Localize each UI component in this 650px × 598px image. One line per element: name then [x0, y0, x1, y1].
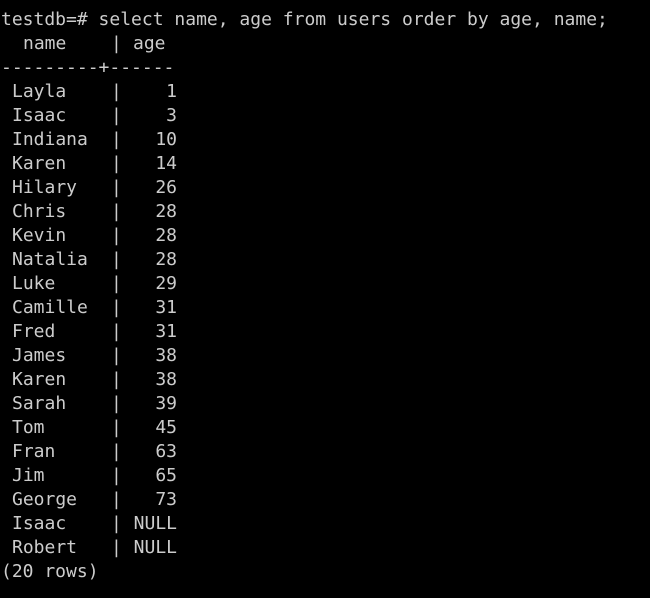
column-separator: | [111, 225, 122, 246]
cell-age: 63 [155, 441, 177, 462]
column-separator: | [111, 297, 122, 318]
column-separator: | [111, 249, 122, 270]
header-rule: ---------+------ [1, 57, 175, 78]
column-separator: | [111, 369, 122, 390]
cell-name: Isaac [12, 105, 67, 126]
table-row: Tom | 45 [1, 416, 650, 440]
column-separator: | [111, 393, 122, 414]
cell-age: 29 [155, 273, 177, 294]
table-row: Chris | 28 [1, 200, 650, 224]
cell-name: Luke [12, 273, 56, 294]
cell-age: 73 [155, 489, 177, 510]
cell-age: 31 [155, 297, 177, 318]
cell-name: Isaac [12, 513, 67, 534]
cell-name: Chris [12, 201, 67, 222]
table-row: Indiana | 10 [1, 128, 650, 152]
column-separator: | [111, 153, 122, 174]
table-row: Karen | 38 [1, 368, 650, 392]
cell-name: Robert [12, 537, 78, 558]
cell-age: 65 [155, 465, 177, 486]
column-separator: | [111, 489, 122, 510]
table-row: Natalia | 28 [1, 248, 650, 272]
cell-name: Karen [12, 153, 67, 174]
cell-age: 28 [155, 201, 177, 222]
prompt: testdb=# [1, 9, 88, 30]
column-separator: | [111, 321, 122, 342]
table-row: Camille | 31 [1, 296, 650, 320]
column-separator: | [111, 537, 122, 558]
table-row: George | 73 [1, 488, 650, 512]
table-row: Layla | 1 [1, 80, 650, 104]
cell-name: Karen [12, 369, 67, 390]
row-count: (20 rows) [1, 561, 99, 582]
table-row: Isaac | 3 [1, 104, 650, 128]
cell-name: Tom [12, 417, 45, 438]
column-separator: | [111, 441, 122, 462]
terminal-window[interactable]: testdb=# select name, age from users ord… [0, 0, 650, 598]
cell-name: Natalia [12, 249, 88, 270]
cell-name: Layla [12, 81, 67, 102]
cell-age: 45 [155, 417, 177, 438]
cell-age: 28 [155, 249, 177, 270]
column-separator: | [111, 465, 122, 486]
table-row: Karen | 14 [1, 152, 650, 176]
table-row: Luke | 29 [1, 272, 650, 296]
result-header: name | age [1, 32, 650, 56]
cell-age: 1 [166, 81, 177, 102]
column-separator: | [111, 81, 122, 102]
cell-name: George [12, 489, 78, 510]
cell-age: NULL [133, 513, 177, 534]
column-separator: | [111, 105, 122, 126]
column-separator: | [111, 201, 122, 222]
cell-name: Indiana [12, 129, 88, 150]
cell-age: NULL [133, 537, 177, 558]
sql-command: select name, age from users order by age… [98, 9, 608, 30]
table-row: Kevin | 28 [1, 224, 650, 248]
column-separator: | [111, 513, 122, 534]
table-row: James | 38 [1, 344, 650, 368]
cell-name: Hilary [12, 177, 78, 198]
cell-name: Kevin [12, 225, 67, 246]
cell-age: 28 [155, 225, 177, 246]
cell-age: 10 [155, 129, 177, 150]
cell-name: Fran [12, 441, 56, 462]
cell-name: Fred [12, 321, 56, 342]
cell-age: 31 [155, 321, 177, 342]
table-row: Robert | NULL [1, 536, 650, 560]
cell-name: James [12, 345, 67, 366]
cell-age: 3 [166, 105, 177, 126]
column-separator: | [111, 273, 122, 294]
result-rows: Layla | 1 Isaac | 3 Indiana | 10 Karen | 14 Hilary | 2… [1, 80, 650, 560]
cell-name: Jim [12, 465, 45, 486]
cell-name: Sarah [12, 393, 67, 414]
column-separator: | [111, 345, 122, 366]
column-separator: | [111, 177, 122, 198]
table-row: Jim | 65 [1, 464, 650, 488]
table-row: Sarah | 39 [1, 392, 650, 416]
table-row: Fran | 63 [1, 440, 650, 464]
column-separator: | [111, 417, 122, 438]
cell-age: 14 [155, 153, 177, 174]
column-header-age: age [133, 33, 166, 54]
table-row: Isaac | NULL [1, 512, 650, 536]
column-separator: | [111, 129, 122, 150]
cell-age: 38 [155, 345, 177, 366]
column-header-name: name [23, 33, 67, 54]
cell-age: 39 [155, 393, 177, 414]
command-line: testdb=# select name, age from users ord… [1, 8, 650, 32]
column-separator: | [111, 33, 122, 54]
cell-name: Camille [12, 297, 88, 318]
cell-age: 26 [155, 177, 177, 198]
table-row: Fred | 31 [1, 320, 650, 344]
cell-age: 38 [155, 369, 177, 390]
table-row: Hilary | 26 [1, 176, 650, 200]
